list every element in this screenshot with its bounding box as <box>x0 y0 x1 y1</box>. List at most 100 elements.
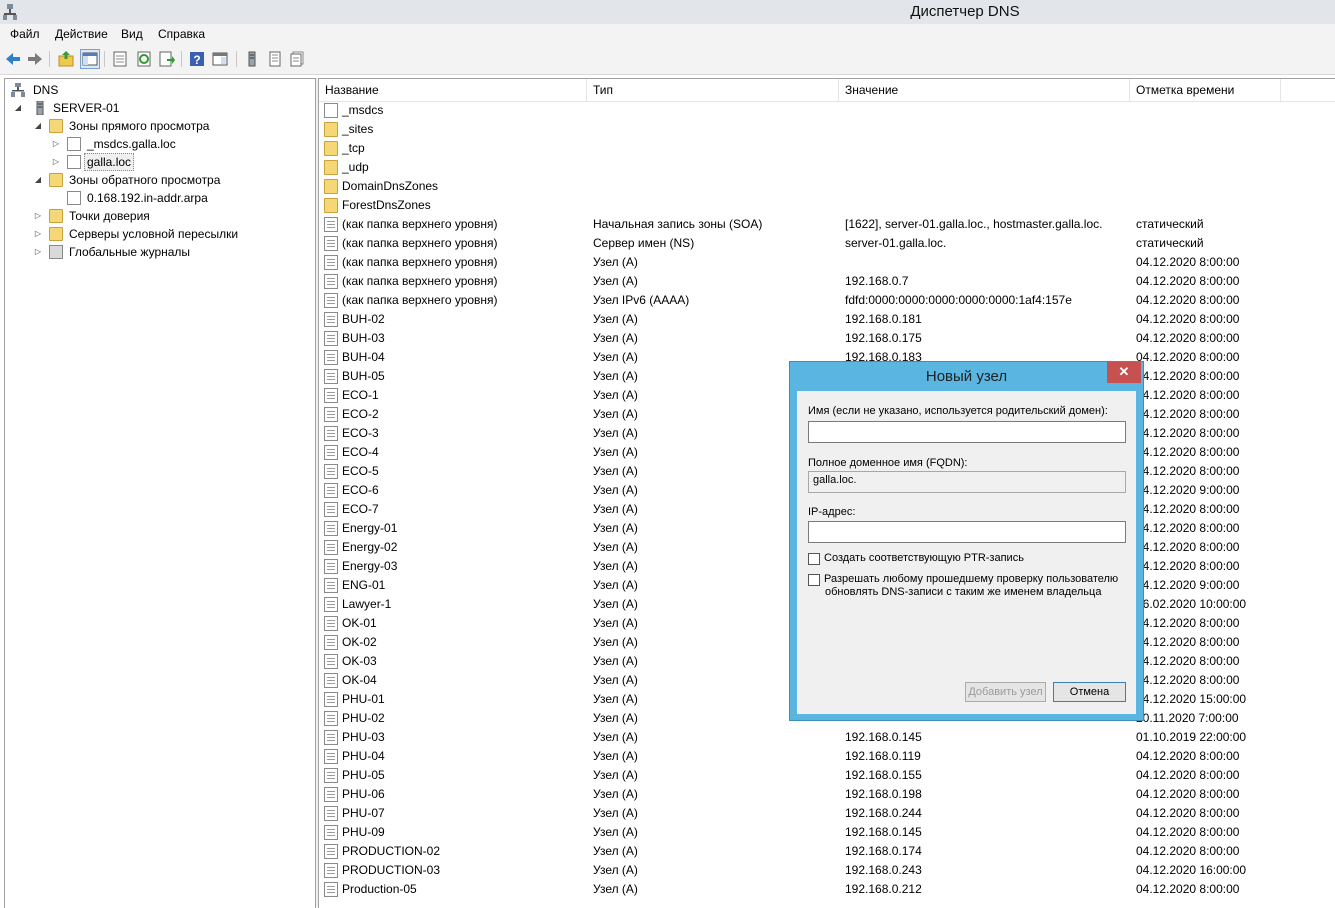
cell-timestamp: 04.12.2020 8:00:00 <box>1136 825 1240 839</box>
record-icon <box>324 749 338 764</box>
record-icon <box>324 407 338 422</box>
cell-name: PHU-02 <box>342 711 385 725</box>
menu-action[interactable]: Действие <box>55 27 108 41</box>
records-icon[interactable] <box>288 50 306 68</box>
server-icon[interactable] <box>243 50 261 68</box>
cell-timestamp: 04.12.2020 8:00:00 <box>1136 806 1240 820</box>
column-header-name[interactable]: Название <box>319 79 587 101</box>
expand-arrow-icon[interactable]: ▷ <box>51 135 61 153</box>
menu-file[interactable]: Файл <box>10 27 40 41</box>
table-row[interactable]: _udp <box>319 158 1335 177</box>
show-tree-icon[interactable] <box>80 49 100 69</box>
record-icon <box>324 445 338 460</box>
cell-value: 192.168.0.155 <box>845 768 922 782</box>
record-icon <box>324 217 338 232</box>
table-row[interactable]: ForestDnsZones <box>319 196 1335 215</box>
cell-type: Узел (A) <box>593 749 638 763</box>
table-row[interactable]: (как папка верхнего уровня) Узел (A) 04.12… <box>319 253 1335 272</box>
cell-name: Energy-03 <box>342 559 398 573</box>
table-row[interactable]: PHU-04 Узел (A) 192.168.0.119 04.12.2020 8:… <box>319 747 1335 766</box>
refresh-icon[interactable] <box>135 50 153 68</box>
ptr-checkbox[interactable] <box>808 553 820 565</box>
table-row[interactable]: PRODUCTION-02 Узел (A) 192.168.0.174 04.12.… <box>319 842 1335 861</box>
table-row[interactable]: (как папка верхнего уровня) Узел (A) 192.1… <box>319 272 1335 291</box>
toolbar-separator <box>236 51 237 67</box>
forward-icon[interactable] <box>26 50 44 68</box>
close-button[interactable]: ✕ <box>1107 362 1141 383</box>
cell-timestamp: 04.12.2020 8:00:00 <box>1136 559 1240 573</box>
column-header-type[interactable]: Тип <box>587 79 839 101</box>
table-row[interactable]: PHU-09 Узел (A) 192.168.0.145 04.12.2020 8:… <box>319 823 1335 842</box>
cell-type: Узел (A) <box>593 882 638 896</box>
collapse-arrow-icon[interactable]: ◢ <box>13 99 23 117</box>
cell-type: Узел (A) <box>593 635 638 649</box>
table-row[interactable]: PHU-07 Узел (A) 192.168.0.244 04.12.2020 8:… <box>319 804 1335 823</box>
table-row[interactable]: DomainDnsZones <box>319 177 1335 196</box>
cell-type: Узел (A) <box>593 578 638 592</box>
window-titlebar: Диспетчер DNS <box>0 0 1335 24</box>
ptr-checkbox-label: Создать соответствующую PTR-запись <box>824 552 1024 564</box>
cell-timestamp: 04.12.2020 8:00:00 <box>1136 388 1240 402</box>
properties-icon[interactable] <box>111 50 129 68</box>
cell-timestamp: 04.12.2020 8:00:00 <box>1136 616 1240 630</box>
add-host-button[interactable]: Добавить узел <box>965 682 1046 702</box>
collapse-arrow-icon[interactable]: ◢ <box>33 117 43 135</box>
help-icon[interactable]: ? <box>188 50 206 68</box>
name-input[interactable] <box>808 421 1126 443</box>
table-row[interactable]: BUH-02 Узел (A) 192.168.0.181 04.12.2020 8:… <box>319 310 1335 329</box>
up-folder-icon[interactable] <box>57 50 75 68</box>
cancel-button[interactable]: Отмена <box>1053 682 1126 702</box>
cell-name: Energy-01 <box>342 521 398 535</box>
cell-type: Узел (A) <box>593 502 638 516</box>
back-icon[interactable] <box>4 50 22 68</box>
table-row[interactable]: (как папка верхнего уровня) Сервер имен (… <box>319 234 1335 253</box>
table-row[interactable]: BUH-03 Узел (A) 192.168.0.175 04.12.2020 8:… <box>319 329 1335 348</box>
console-icon[interactable] <box>211 50 229 68</box>
cell-type: Узел (A) <box>593 426 638 440</box>
record-icon <box>324 863 338 878</box>
table-row[interactable]: PRODUCTION-03 Узел (A) 192.168.0.243 04.12.… <box>319 861 1335 880</box>
table-row[interactable]: PHU-05 Узел (A) 192.168.0.155 04.12.2020 8:… <box>319 766 1335 785</box>
cell-value: 192.168.0.212 <box>845 882 922 896</box>
cell-name: PRODUCTION-03 <box>342 863 441 877</box>
menu-view[interactable]: Вид <box>121 27 143 41</box>
table-row[interactable]: _tcp <box>319 139 1335 158</box>
collapse-arrow-icon[interactable]: ◢ <box>33 171 43 189</box>
tree-label: Зоны обратного просмотра <box>69 173 221 187</box>
expand-arrow-icon[interactable]: ▷ <box>33 207 43 225</box>
record-icon <box>324 236 338 251</box>
cell-value: 192.168.0.198 <box>845 787 922 801</box>
table-row[interactable]: PHU-06 Узел (A) 192.168.0.198 04.12.2020 8:… <box>319 785 1335 804</box>
export-icon[interactable] <box>158 50 176 68</box>
table-row[interactable]: _msdcs <box>319 101 1335 120</box>
cell-type: Узел (A) <box>593 559 638 573</box>
expand-arrow-icon[interactable]: ▷ <box>51 153 61 171</box>
ip-input[interactable] <box>808 521 1126 543</box>
allow-update-checkbox[interactable] <box>808 574 820 586</box>
table-row[interactable]: (как папка верхнего уровня) Узел IPv6 (AA… <box>319 291 1335 310</box>
cell-type: Узел (A) <box>593 483 638 497</box>
toolbar-separator <box>49 51 50 67</box>
cell-name: OK-01 <box>342 616 377 630</box>
cell-timestamp: 04.12.2020 8:00:00 <box>1136 426 1240 440</box>
expand-arrow-icon[interactable]: ▷ <box>33 243 43 261</box>
expand-arrow-icon[interactable]: ▷ <box>33 225 43 243</box>
table-row[interactable]: (как папка верхнего уровня) Начальная зап… <box>319 215 1335 234</box>
table-row[interactable]: _sites <box>319 120 1335 139</box>
column-header-timestamp[interactable]: Отметка времени <box>1130 79 1281 101</box>
record-icon <box>324 692 338 707</box>
cell-name: PRODUCTION-02 <box>342 844 441 858</box>
cell-value: server-01.galla.loc. <box>845 236 947 250</box>
cell-type: Узел (A) <box>593 331 638 345</box>
cell-name: ForestDnsZones <box>342 198 431 212</box>
table-row[interactable]: Production-05 Узел (A) 192.168.0.212 04.12.… <box>319 880 1335 899</box>
table-row[interactable]: PHU-03 Узел (A) 192.168.0.145 01.10.2019 22… <box>319 728 1335 747</box>
dialog-title: Новый узел <box>925 368 1008 385</box>
fqdn-label: Полное доменное имя (FQDN): <box>808 457 968 469</box>
column-header-value[interactable]: Значение <box>839 79 1130 101</box>
menu-help[interactable]: Справка <box>158 27 205 41</box>
list-icon[interactable] <box>266 50 284 68</box>
record-icon <box>324 635 338 650</box>
cell-name: ECO-2 <box>342 407 379 421</box>
cell-value: [1622], server-01.galla.loc., hostmaster… <box>845 217 1103 231</box>
